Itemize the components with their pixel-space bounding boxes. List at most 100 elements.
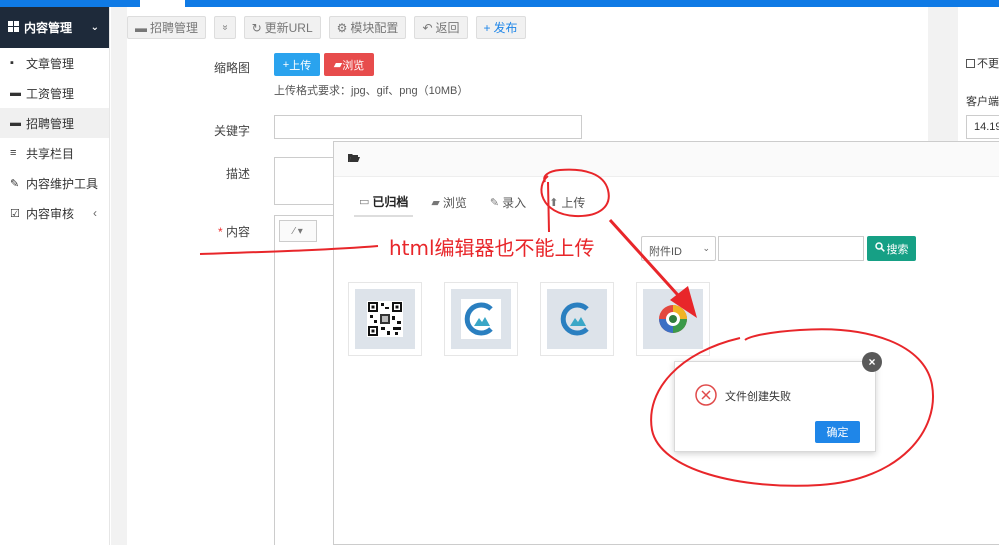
chevron-down-icon: ⌄ [702, 243, 710, 253]
chevron-down-icon: ⌄ [90, 22, 99, 33]
dialog-header [334, 142, 999, 177]
back-label: 返回 [435, 21, 460, 35]
badge-image [643, 289, 703, 349]
checkbox-box [966, 58, 975, 68]
error-icon [695, 384, 717, 409]
sidebar-item-articles[interactable]: ▪ 文章管理 [0, 48, 109, 78]
edit-icon: ✎ [489, 196, 500, 209]
double-chevron-icon: » [219, 24, 231, 31]
attachment-id-select[interactable]: 附件ID ⌄ [641, 236, 716, 261]
chevron-left-icon: ‹ [93, 206, 97, 220]
tab-label: 已归档 [372, 194, 409, 209]
sidebar: 内容管理 ⌄ ▪ 文章管理 ▬ 工资管理 ▬ 招聘管理 ≡ 共享栏目 ✎ 内容维… [0, 7, 110, 545]
upload-label: 上传 [289, 59, 312, 72]
module-config-button[interactable]: ⚙ 模块配置 [328, 16, 407, 39]
no-update-label: 不更 [977, 58, 999, 70]
tab-archived[interactable]: ▭ 已归档 [354, 187, 414, 217]
tab-upload[interactable]: ⬆ 上传 [544, 187, 590, 217]
sidebar-item-label: 工资管理 [26, 86, 75, 101]
thumbnail-label: 缩略图 [213, 61, 250, 75]
file-thumbnail-badge[interactable] [636, 282, 710, 356]
alert-message: 文件创建失败 [725, 391, 791, 403]
briefcase-icon: ▬ [10, 117, 21, 129]
back-button[interactable]: ↶ 返回 [414, 16, 468, 39]
folder-icon: ▰ [431, 196, 440, 209]
sidebar-item-label: 共享栏目 [26, 146, 75, 161]
required-mark: * [217, 225, 223, 239]
active-tab-indicator [140, 0, 185, 7]
file-dialog: ▭ 已归档 ▰ 浏览 ✎ 录入 ⬆ 上传 附件ID ⌄ 搜索 [333, 141, 999, 545]
sidebar-item-salary[interactable]: ▬ 工资管理 [0, 78, 109, 108]
folder-open-icon [348, 153, 360, 166]
dialog-tabs: ▭ 已归档 ▰ 浏览 ✎ 录入 ⬆ 上传 [354, 187, 603, 217]
update-url-button[interactable]: ↻ 更新URL [243, 16, 321, 39]
description-label: 描述 [225, 167, 250, 181]
content-label-text: 内容 [225, 225, 250, 239]
upload-button[interactable]: + 上传 [274, 53, 320, 76]
description-textarea[interactable] [274, 157, 334, 205]
document-icon: ▪ [10, 57, 14, 69]
tab-entry[interactable]: ✎ 录入 [485, 187, 531, 217]
plus-icon: + [483, 20, 491, 35]
tab-label: 浏览 [442, 195, 467, 210]
sidebar-item-maintenance-tools[interactable]: ✎ 内容维护工具 [0, 168, 109, 198]
sidebar-item-recruitment[interactable]: ▬ 招聘管理 [0, 108, 109, 138]
list-icon: ≡ [10, 147, 17, 159]
sidebar-item-label: 内容维护工具 [26, 176, 99, 191]
upload-icon: ⬆ [549, 196, 559, 209]
wrench-icon: ✎ [10, 177, 20, 190]
error-alert-dialog: 文件创建失败 确定 [674, 361, 876, 452]
collapse-button[interactable]: » [214, 16, 236, 39]
keywords-input[interactable] [274, 115, 582, 139]
refresh-icon: ↻ [251, 20, 262, 35]
publish-button[interactable]: + 发布 [475, 16, 526, 39]
browse-button[interactable]: ▰ 浏览 [324, 53, 374, 76]
logo-image [547, 289, 607, 349]
search-button[interactable]: 搜索 [867, 236, 916, 261]
keywords-label: 关键字 [213, 124, 250, 138]
sidebar-header[interactable]: 内容管理 ⌄ [0, 7, 109, 48]
select-value: 附件ID [649, 246, 682, 258]
editor-magic-wand-button[interactable]: ⁄ ▾ [279, 220, 317, 242]
publish-label: 发布 [493, 21, 518, 35]
client-label: 客户端 [966, 96, 999, 108]
sidebar-item-content-review[interactable]: ☑ 内容审核 ‹ [0, 198, 109, 228]
toolbar: ▬ 招聘管理 » ↻ 更新URL ⚙ 模块配置 ↶ 返回 + 发布 [127, 16, 526, 39]
annotation-text: html编辑器也不能上传 [389, 236, 595, 260]
client-input[interactable]: 14.19 [966, 115, 999, 139]
file-thumbnail-logo-1[interactable] [444, 282, 518, 356]
archive-icon: ▭ [359, 195, 370, 208]
update-url-label: 更新URL [264, 21, 313, 35]
sidebar-item-label: 招聘管理 [26, 116, 75, 131]
tab-label: 上传 [561, 195, 586, 210]
sidebar-item-label: 文章管理 [26, 56, 75, 71]
search-input[interactable] [718, 236, 864, 261]
magic-wand-icon: ⁄ ▾ [293, 225, 303, 237]
gear-icon: ⚙ [336, 20, 348, 35]
folder-icon: ▰ [333, 59, 343, 71]
reply-icon: ↶ [422, 20, 433, 35]
search-label: 搜索 [886, 243, 909, 256]
edit-icon: ☑ [10, 207, 20, 220]
grid-icon [8, 20, 19, 35]
qrcode-image [355, 289, 415, 349]
search-icon [874, 242, 885, 255]
file-thumbnail-logo-2[interactable] [540, 282, 614, 356]
tab-browse[interactable]: ▰ 浏览 [426, 187, 471, 217]
browse-label: 浏览 [342, 59, 365, 72]
file-thumbnail-qrcode[interactable] [348, 282, 422, 356]
format-hint: 上传格式要求：jpg、gif、png（10MB） [274, 85, 469, 97]
sidebar-header-label: 内容管理 [24, 21, 73, 35]
close-icon[interactable]: × [862, 352, 882, 372]
no-update-checkbox[interactable]: 不更 [966, 55, 999, 71]
module-config-label: 模块配置 [350, 21, 399, 35]
content-label: * 内容 [170, 223, 250, 240]
logo-image [451, 289, 511, 349]
sidebar-item-shared-columns[interactable]: ≡ 共享栏目 [0, 138, 109, 168]
content-editor[interactable] [274, 215, 334, 545]
tab-label: 录入 [502, 195, 527, 210]
content-gutter [111, 7, 127, 545]
confirm-button[interactable]: 确定 [815, 421, 860, 443]
credit-card-icon: ▬ [10, 87, 21, 99]
recruit-management-button[interactable]: ▬ 招聘管理 [127, 16, 207, 39]
